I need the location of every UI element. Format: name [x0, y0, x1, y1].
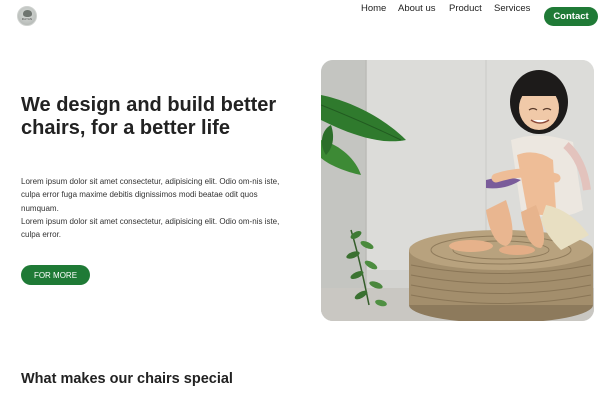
site-header: RAYAN Home About us Product Services Con… — [0, 0, 600, 34]
contact-button[interactable]: Contact — [544, 7, 598, 26]
hero-title: We design and build better chairs, for a… — [21, 94, 277, 139]
chair-logo-icon — [23, 10, 32, 17]
nav-about-link[interactable]: About us — [398, 3, 436, 14]
landing-page: RAYAN Home About us Product Services Con… — [0, 0, 600, 400]
hero-paragraph-1: Lorem ipsum dolor sit amet consectetur, … — [21, 177, 280, 213]
hero-description: Lorem ipsum dolor sit amet consectetur, … — [21, 175, 289, 241]
hero-paragraph-2: Lorem ipsum dolor sit amet consectetur, … — [21, 216, 280, 240]
nav-product-link[interactable]: Product — [449, 3, 482, 14]
child-on-pouf-illustration — [321, 60, 594, 321]
section-title-features: What makes our chairs special — [21, 371, 233, 387]
hero-image — [321, 60, 594, 321]
for-more-button[interactable]: FOR MORE — [21, 265, 90, 285]
nav-services-link[interactable]: Services — [494, 3, 530, 14]
brand-logo[interactable]: RAYAN — [17, 6, 37, 26]
nav-home-link[interactable]: Home — [361, 3, 386, 14]
logo-text: RAYAN — [21, 17, 33, 21]
